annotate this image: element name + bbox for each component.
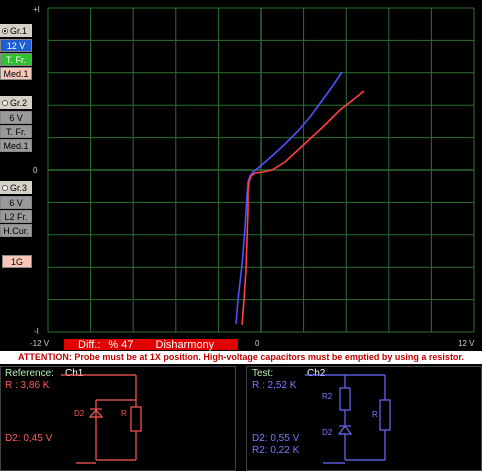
group-3-radio[interactable]: Gr.3 xyxy=(0,181,32,194)
radio-icon xyxy=(2,27,8,34)
test-title: Test: xyxy=(252,368,274,379)
group-1-current-button[interactable]: Med.1 xyxy=(0,67,32,80)
reference-panel: Reference: Ch1 R : 3,86 K D2: 0,45 V D2 … xyxy=(0,366,236,471)
group-3-voltage-button[interactable]: 6 V xyxy=(0,196,32,209)
curve-plot xyxy=(40,0,482,340)
test-r-value: R : 2,52 K xyxy=(252,380,297,391)
y-zero-label: 0 xyxy=(33,166,38,175)
warning-message: ATTENTION: Probe must be at 1X position.… xyxy=(0,351,482,364)
group-3-current-button[interactable]: H.Cur. xyxy=(0,224,32,237)
y-bottom-label: -I xyxy=(34,327,39,336)
group-2-label: Gr.2 xyxy=(10,97,28,108)
reference-r-value: R : 3,86 K xyxy=(5,380,50,391)
y-top-label: +I xyxy=(33,5,40,14)
test-d2-value: D2: 0,55 V xyxy=(252,433,300,444)
result-label: Disharmony xyxy=(155,338,215,351)
diff-label: Diff.: xyxy=(78,338,101,351)
reference-d2-value: D2: 0,45 V xyxy=(5,433,53,444)
x-right-label: 12 V xyxy=(458,339,475,348)
test-circuit xyxy=(305,374,391,464)
group-1-label: Gr.1 xyxy=(10,25,28,36)
group-3-frequency-button[interactable]: L2 Fr. xyxy=(0,210,32,223)
test-r2-value: R2: 0,22 K xyxy=(252,445,300,456)
test-d2-component: D2 xyxy=(322,428,333,437)
x-center-label: 0 xyxy=(255,339,260,348)
diff-value: % 47 xyxy=(108,338,134,351)
x-left-label: -12 V xyxy=(30,339,50,348)
diff-status-bar: Diff.: % 47 Disharmony xyxy=(64,338,238,351)
reference-circuit xyxy=(61,374,142,464)
group-3-label: Gr.3 xyxy=(10,182,28,193)
group-1-voltage-button[interactable]: 12 V xyxy=(0,39,32,52)
scale-button[interactable]: 1G xyxy=(2,255,32,268)
test-r2-component: R2 xyxy=(322,392,333,401)
group-1-radio[interactable]: Gr.1 xyxy=(0,24,32,37)
test-panel: Test: Ch2 R : 2,52 K D2: 0,55 V R2: 0,22… xyxy=(246,366,482,471)
group-2-radio[interactable]: Gr.2 xyxy=(0,96,32,109)
group-2-voltage-button[interactable]: 6 V xyxy=(0,111,32,124)
group-2-frequency-button[interactable]: T. Fr. xyxy=(0,125,32,138)
group-2-current-button[interactable]: Med.1 xyxy=(0,139,32,152)
left-panel: Gr.1 12 V T. Fr. Med.1 Gr.2 6 V T. Fr. M… xyxy=(0,0,34,340)
radio-icon xyxy=(2,99,8,106)
group-1-frequency-button[interactable]: T. Fr. xyxy=(0,53,32,66)
radio-icon xyxy=(2,184,8,191)
test-r-component: R xyxy=(372,410,378,419)
reference-title: Reference: xyxy=(5,368,54,379)
reference-r-component: R xyxy=(121,409,127,418)
reference-d2-component: D2 xyxy=(74,409,85,418)
